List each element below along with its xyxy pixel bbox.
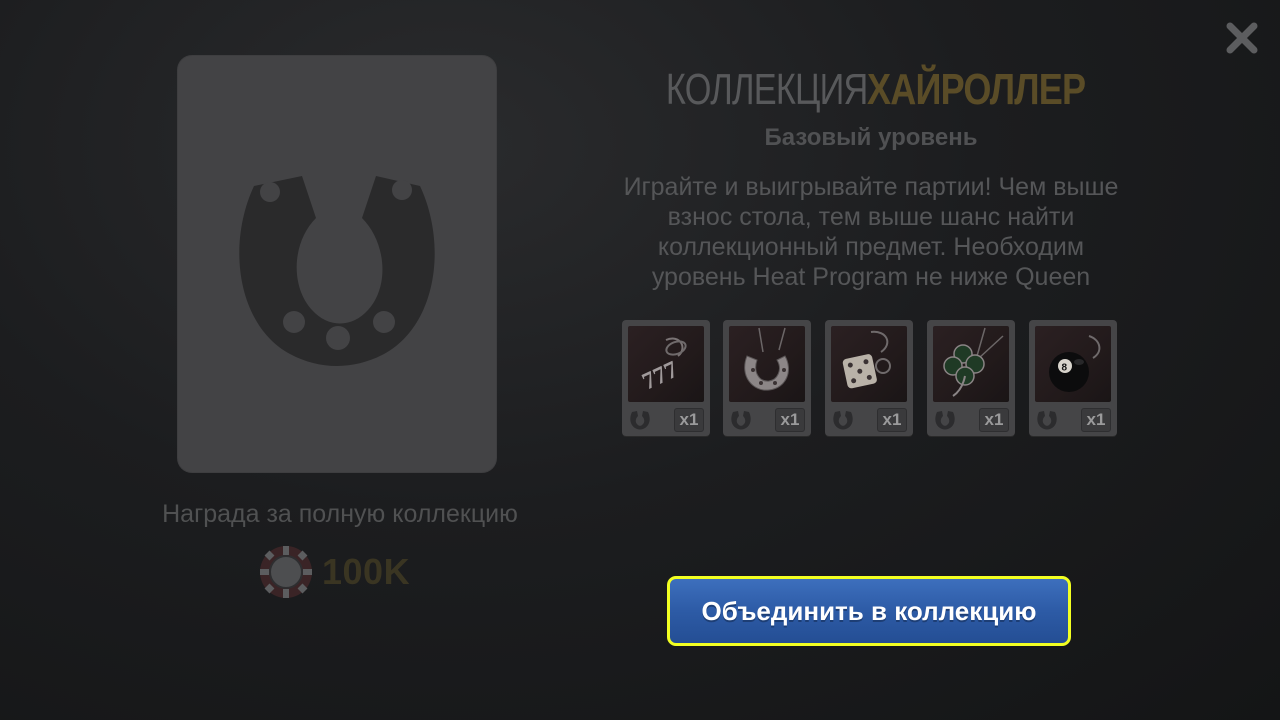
title-prefix: КОЛЛЕКЦИЯ — [665, 65, 868, 114]
collection-item-eight-ball[interactable]: 8 x1 — [1029, 320, 1117, 436]
horseshoe-small-icon — [1037, 411, 1057, 430]
clover-pendant-icon — [933, 326, 1009, 402]
item-quantity: x1 — [775, 408, 805, 432]
collection-description: Играйте и выигрывайте партии! Чем выше в… — [574, 172, 1168, 292]
item-quantity: x1 — [1081, 408, 1111, 432]
keychain-777-icon: 777 — [628, 326, 704, 402]
dice-keychain-icon — [831, 326, 907, 402]
svg-text:8: 8 — [1062, 363, 1068, 374]
horseshoe-small-icon — [630, 411, 650, 430]
eight-ball-keychain-icon: 8 — [1035, 326, 1111, 402]
collection-item-clover[interactable]: x1 — [927, 320, 1015, 436]
svg-text:777: 777 — [638, 357, 682, 396]
horseshoe-icon — [239, 176, 435, 366]
collection-item-horseshoe[interactable]: x1 — [723, 320, 811, 436]
item-quantity: x1 — [979, 408, 1009, 432]
combine-collection-button[interactable]: Объединить в коллекцию — [667, 576, 1071, 646]
close-button[interactable] — [1220, 16, 1264, 60]
horseshoe-small-icon — [833, 411, 853, 430]
description-line: взнос стола, тем выше шанс найти — [667, 203, 1075, 231]
item-quantity: x1 — [674, 408, 704, 432]
collection-item-777[interactable]: 777 x1 — [622, 320, 710, 436]
description-line: Играйте и выигрывайте партии! Чем выше — [623, 173, 1119, 201]
reward-label: Награда за полную коллекцию — [162, 500, 518, 528]
reward-amount: 100K — [322, 551, 411, 592]
title-name: ХАЙРОЛЛЕР — [867, 65, 1086, 114]
collection-level: Базовый уровень — [764, 124, 978, 151]
collection-items: 777 x1 x1 x1 x1 8 x1 — [622, 320, 1131, 436]
horseshoe-small-icon — [731, 411, 751, 430]
item-quantity: x1 — [877, 408, 907, 432]
horseshoe-small-icon — [935, 411, 955, 430]
close-icon — [1226, 22, 1258, 54]
description-line: коллекционный предмет. Необходим — [657, 233, 1085, 261]
collection-title: КОЛЛЕКЦИЯХАЙРОЛЛЕР — [580, 62, 1162, 118]
poker-chip-icon — [260, 546, 312, 598]
reward-card — [178, 56, 496, 472]
collection-item-dice[interactable]: x1 — [825, 320, 913, 436]
description-line: уровень Heat Program не ниже Queen — [651, 263, 1091, 291]
reward-amount-row: 100K — [258, 544, 410, 600]
horseshoe-pendant-icon — [729, 326, 805, 402]
